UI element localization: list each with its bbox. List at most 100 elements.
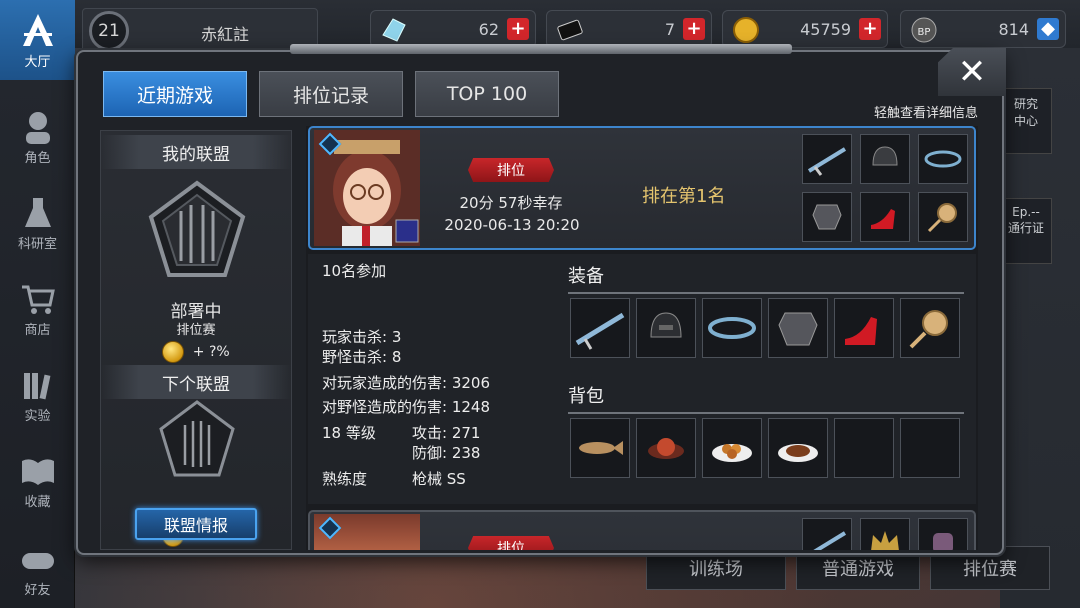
player-kills: 玩家击杀: 3 — [322, 328, 402, 346]
chain-belt-icon — [924, 150, 962, 168]
mini-equip-slot — [802, 134, 852, 184]
nav-collection[interactable]: 收藏 — [0, 440, 75, 520]
season-pass-card[interactable]: Ep.-- 通行证 — [1000, 198, 1052, 264]
next-alliance-title: 下个联盟 — [101, 365, 291, 399]
backpack-slot[interactable] — [570, 418, 630, 478]
equipment-slot[interactable] — [834, 298, 894, 358]
nav-character[interactable]: 角色 — [0, 96, 75, 176]
buy-gold-button[interactable]: + — [859, 18, 881, 40]
nav-collection-label: 收藏 — [24, 494, 51, 510]
alliance-panel: 我的联盟 部署中 排位赛 + ?% 下个联盟 + ?% — [100, 130, 292, 550]
nav-experiment[interactable]: 实验 — [0, 354, 75, 434]
crystal-count: 62 — [478, 19, 499, 39]
red-heel-shoe-icon — [871, 209, 895, 229]
participants-count: 10名参加 — [322, 262, 387, 280]
gold-coin-icon — [733, 17, 759, 43]
alliance-badge-icon — [148, 180, 246, 277]
mini-equip-slot — [802, 518, 852, 550]
equipment-slot[interactable] — [702, 298, 762, 358]
nav-lobby-label: 大厅 — [24, 54, 51, 70]
nav-lab[interactable]: 科研室 — [0, 182, 75, 262]
armor-icon — [778, 312, 818, 346]
magnifier-accessory-icon — [909, 310, 948, 349]
monster-damage: 对野怪造成的伤害: 1248 — [322, 398, 490, 416]
nav-character-label: 角色 — [24, 150, 51, 166]
game-mode-tag: 排位 — [468, 536, 554, 550]
shop-cart-icon — [21, 285, 55, 314]
lab-flask-icon — [24, 197, 51, 227]
equipment-slot[interactable] — [570, 298, 630, 358]
crystal-icon — [382, 18, 406, 42]
character-portrait — [314, 514, 420, 550]
lobby-icon — [22, 13, 53, 46]
backpack-slot[interactable] — [636, 418, 696, 478]
rifle-icon — [575, 312, 625, 350]
nav-lab-label: 科研室 — [17, 236, 57, 252]
research-center-card[interactable]: 研究 中心 — [1000, 88, 1052, 154]
close-button[interactable]: ✕ — [938, 48, 1006, 96]
equipment-slot[interactable] — [900, 298, 960, 358]
backpack-slot-empty[interactable] — [900, 418, 960, 478]
tab-top-100[interactable]: TOP 100 — [415, 71, 559, 117]
backpack-title: 背包 — [568, 382, 964, 414]
meat-dish-icon — [648, 438, 684, 459]
attack-stat: 攻击: 271 — [412, 424, 481, 442]
game-record-card[interactable]: 排位 — [308, 510, 976, 550]
player-level-stat: 18 等级 — [322, 424, 376, 442]
rank-diamond-icon — [318, 516, 342, 540]
game-datetime: 2020-06-13 20:20 — [444, 216, 580, 234]
gold-coin-icon — [162, 341, 185, 363]
monster-kills: 野怪击杀: 8 — [322, 348, 402, 366]
gauntlet-icon — [933, 533, 953, 550]
helmet-icon — [650, 312, 682, 338]
crown-icon — [871, 531, 899, 550]
coin-bonus-text: + ?% — [192, 344, 230, 360]
character-icon — [25, 111, 50, 144]
armor-icon — [812, 204, 842, 230]
nav-experiment-label: 实验 — [24, 408, 51, 424]
game-rank: 排在第1名 — [642, 186, 726, 207]
game-history-modal: ✕ 近期游戏 排位记录 TOP 100 轻触查看详细信息 我的联盟 部署中 排位… — [76, 44, 1006, 555]
stew-plate-icon — [778, 444, 818, 462]
mini-equip-slot — [918, 192, 968, 242]
backpack-slot-empty[interactable] — [834, 418, 894, 478]
mini-equip-slot — [860, 192, 910, 242]
fish-icon — [579, 441, 623, 455]
buy-card-button[interactable]: + — [683, 18, 705, 40]
history-tabs: 近期游戏 排位记录 TOP 100 — [103, 71, 559, 117]
buy-crystal-button[interactable]: + — [507, 18, 529, 40]
game-record-card[interactable]: 排位 20分 57秒幸存 2020-06-13 20:20 排在第1名 — [308, 126, 976, 250]
tab-recent-games[interactable]: 近期游戏 — [103, 71, 247, 117]
mini-equip-slot — [860, 134, 910, 184]
proficiency-value: 枪械 SS — [412, 470, 466, 488]
player-profile[interactable]: 21 赤紅註 — [82, 8, 318, 52]
nav-friends[interactable]: 好友 — [0, 528, 75, 608]
mini-equip-slot — [802, 192, 852, 242]
nav-shop[interactable]: 商店 — [0, 268, 75, 348]
alliance-info-button[interactable]: 联盟情报 — [135, 508, 257, 540]
equipment-slot[interactable] — [768, 298, 828, 358]
game-mode-tag: 排位 — [468, 158, 554, 182]
books-icon — [23, 372, 50, 399]
nav-friends-label: 好友 — [24, 582, 51, 598]
close-icon: ✕ — [957, 52, 987, 92]
backpack-slot[interactable] — [768, 418, 828, 478]
open-book-icon — [21, 458, 54, 485]
survival-time: 20分 57秒幸存 — [459, 194, 563, 212]
mini-equip-slot — [918, 518, 968, 550]
equipment-slot[interactable] — [636, 298, 696, 358]
rifle-icon — [813, 531, 847, 550]
gamepad-icon — [21, 552, 54, 569]
player-level: 21 — [89, 11, 129, 51]
card-icon — [557, 19, 583, 41]
chain-belt-icon — [708, 317, 756, 339]
defense-stat: 防御: 238 — [412, 444, 481, 462]
backpack-slot[interactable] — [702, 418, 762, 478]
tab-rank-records[interactable]: 排位记录 — [259, 71, 403, 117]
my-alliance-title: 我的联盟 — [101, 135, 291, 169]
bp-shield-button[interactable]: ◆ — [1037, 18, 1059, 40]
nav-lobby[interactable]: 大厅 — [0, 0, 75, 80]
next-alliance-badge-icon — [159, 400, 235, 477]
rifle-icon — [807, 147, 847, 176]
alliance-league: 排位赛 — [176, 323, 216, 338]
